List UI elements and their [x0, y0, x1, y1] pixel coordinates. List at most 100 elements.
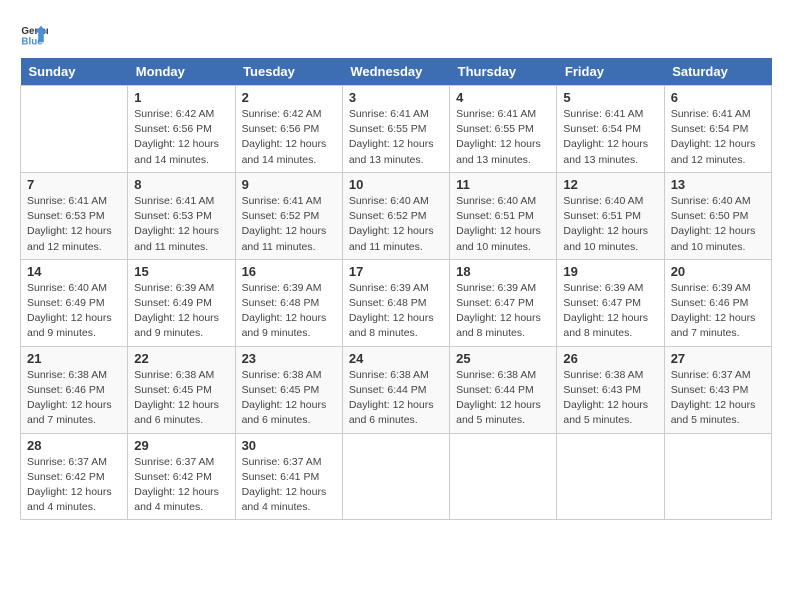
- calendar-cell: 11 Sunrise: 6:40 AMSunset: 6:51 PMDayligh…: [450, 172, 557, 259]
- day-number: 26: [563, 351, 657, 366]
- calendar-cell: 26 Sunrise: 6:38 AMSunset: 6:43 PMDayligh…: [557, 346, 664, 433]
- calendar-cell: 5 Sunrise: 6:41 AMSunset: 6:54 PMDaylight…: [557, 86, 664, 173]
- day-number: 15: [134, 264, 228, 279]
- weekday-header-sunday: Sunday: [21, 58, 128, 86]
- day-number: 3: [349, 90, 443, 105]
- calendar-cell: 6 Sunrise: 6:41 AMSunset: 6:54 PMDaylight…: [664, 86, 771, 173]
- day-number: 12: [563, 177, 657, 192]
- calendar-cell: 20 Sunrise: 6:39 AMSunset: 6:46 PMDayligh…: [664, 259, 771, 346]
- calendar-cell: 25Sunrise: 6:38 AMSunset: 6:44 PMDayligh…: [450, 346, 557, 433]
- calendar-cell: 30 Sunrise: 6:37 AMSunset: 6:41 PMDayligh…: [235, 433, 342, 520]
- calendar-cell: 16 Sunrise: 6:39 AMSunset: 6:48 PMDayligh…: [235, 259, 342, 346]
- day-info: Sunrise: 6:41 AMSunset: 6:54 PMDaylight:…: [563, 107, 657, 168]
- calendar-cell: 3 Sunrise: 6:41 AMSunset: 6:55 PMDaylight…: [342, 86, 449, 173]
- calendar-cell: 29 Sunrise: 6:37 AMSunset: 6:42 PMDayligh…: [128, 433, 235, 520]
- calendar-cell: 1Sunrise: 6:42 AMSunset: 6:56 PMDaylight…: [128, 86, 235, 173]
- day-info: Sunrise: 6:37 AMSunset: 6:41 PMDaylight:…: [242, 455, 336, 516]
- day-info: Sunrise: 6:39 AMSunset: 6:48 PMDaylight:…: [349, 281, 443, 342]
- day-info: Sunrise: 6:38 AMSunset: 6:43 PMDaylight:…: [563, 368, 657, 429]
- day-info: Sunrise: 6:37 AMSunset: 6:43 PMDaylight:…: [671, 368, 765, 429]
- day-info: Sunrise: 6:37 AMSunset: 6:42 PMDaylight:…: [27, 455, 121, 516]
- calendar-cell: 4 Sunrise: 6:41 AMSunset: 6:55 PMDaylight…: [450, 86, 557, 173]
- calendar-cell: 10 Sunrise: 6:40 AMSunset: 6:52 PMDayligh…: [342, 172, 449, 259]
- day-number: 28: [27, 438, 121, 453]
- day-info: Sunrise: 6:39 AMSunset: 6:48 PMDaylight:…: [242, 281, 336, 342]
- day-info: Sunrise: 6:40 AMSunset: 6:51 PMDaylight:…: [456, 194, 550, 255]
- weekday-header-tuesday: Tuesday: [235, 58, 342, 86]
- calendar-cell: 9 Sunrise: 6:41 AMSunset: 6:52 PMDaylight…: [235, 172, 342, 259]
- day-number: 2: [242, 90, 336, 105]
- logo: General Blue: [20, 20, 52, 48]
- day-info: Sunrise: 6:41 AMSunset: 6:55 PMDaylight:…: [349, 107, 443, 168]
- day-number: 14: [27, 264, 121, 279]
- day-number: 4: [456, 90, 550, 105]
- calendar-cell: 27 Sunrise: 6:37 AMSunset: 6:43 PMDayligh…: [664, 346, 771, 433]
- calendar-cell: 21 Sunrise: 6:38 AMSunset: 6:46 PMDayligh…: [21, 346, 128, 433]
- day-number: 6: [671, 90, 765, 105]
- day-number: 10: [349, 177, 443, 192]
- logo-icon: General Blue: [20, 20, 48, 48]
- day-info: Sunrise: 6:42 AMSunset: 6:56 PMDaylight:…: [242, 107, 336, 168]
- calendar-week-row: 7Sunrise: 6:41 AMSunset: 6:53 PMDaylight…: [21, 172, 772, 259]
- weekday-header-friday: Friday: [557, 58, 664, 86]
- day-info: Sunrise: 6:37 AMSunset: 6:42 PMDaylight:…: [134, 455, 228, 516]
- day-info: Sunrise: 6:41 AMSunset: 6:55 PMDaylight:…: [456, 107, 550, 168]
- calendar-cell: 18 Sunrise: 6:39 AMSunset: 6:47 PMDayligh…: [450, 259, 557, 346]
- calendar-cell: 13 Sunrise: 6:40 AMSunset: 6:50 PMDayligh…: [664, 172, 771, 259]
- weekday-header-saturday: Saturday: [664, 58, 771, 86]
- calendar-cell: 14 Sunrise: 6:40 AMSunset: 6:49 PMDayligh…: [21, 259, 128, 346]
- day-info: Sunrise: 6:39 AMSunset: 6:49 PMDaylight:…: [134, 281, 228, 342]
- weekday-header-thursday: Thursday: [450, 58, 557, 86]
- day-info: Sunrise: 6:38 AMSunset: 6:44 PMDaylight:…: [456, 368, 550, 429]
- calendar-header: SundayMondayTuesdayWednesdayThursdayFrid…: [21, 58, 772, 86]
- calendar-cell: 17 Sunrise: 6:39 AMSunset: 6:48 PMDayligh…: [342, 259, 449, 346]
- day-number: 18: [456, 264, 550, 279]
- day-number: 20: [671, 264, 765, 279]
- calendar-cell: 8Sunrise: 6:41 AMSunset: 6:53 PMDaylight…: [128, 172, 235, 259]
- calendar-cell: 22 Sunrise: 6:38 AMSunset: 6:45 PMDayligh…: [128, 346, 235, 433]
- calendar-week-row: 1Sunrise: 6:42 AMSunset: 6:56 PMDaylight…: [21, 86, 772, 173]
- day-info: Sunrise: 6:41 AMSunset: 6:53 PMDaylight:…: [134, 194, 228, 255]
- calendar-week-row: 28 Sunrise: 6:37 AMSunset: 6:42 PMDayligh…: [21, 433, 772, 520]
- day-number: 17: [349, 264, 443, 279]
- day-info: Sunrise: 6:39 AMSunset: 6:47 PMDaylight:…: [456, 281, 550, 342]
- day-info: Sunrise: 6:41 AMSunset: 6:52 PMDaylight:…: [242, 194, 336, 255]
- day-info: Sunrise: 6:39 AMSunset: 6:47 PMDaylight:…: [563, 281, 657, 342]
- day-number: 13: [671, 177, 765, 192]
- day-number: 30: [242, 438, 336, 453]
- day-number: 11: [456, 177, 550, 192]
- calendar-body: 1Sunrise: 6:42 AMSunset: 6:56 PMDaylight…: [21, 86, 772, 520]
- day-info: Sunrise: 6:40 AMSunset: 6:49 PMDaylight:…: [27, 281, 121, 342]
- day-info: Sunrise: 6:41 AMSunset: 6:53 PMDaylight:…: [27, 194, 121, 255]
- day-number: 16: [242, 264, 336, 279]
- calendar-cell: 7Sunrise: 6:41 AMSunset: 6:53 PMDaylight…: [21, 172, 128, 259]
- day-info: Sunrise: 6:38 AMSunset: 6:45 PMDaylight:…: [134, 368, 228, 429]
- day-info: Sunrise: 6:38 AMSunset: 6:44 PMDaylight:…: [349, 368, 443, 429]
- day-number: 21: [27, 351, 121, 366]
- day-info: Sunrise: 6:38 AMSunset: 6:46 PMDaylight:…: [27, 368, 121, 429]
- day-info: Sunrise: 6:40 AMSunset: 6:52 PMDaylight:…: [349, 194, 443, 255]
- day-number: 22: [134, 351, 228, 366]
- calendar-cell: 19Sunrise: 6:39 AMSunset: 6:47 PMDayligh…: [557, 259, 664, 346]
- day-number: 9: [242, 177, 336, 192]
- calendar-cell: 12 Sunrise: 6:40 AMSunset: 6:51 PMDayligh…: [557, 172, 664, 259]
- day-info: Sunrise: 6:38 AMSunset: 6:45 PMDaylight:…: [242, 368, 336, 429]
- day-info: Sunrise: 6:39 AMSunset: 6:46 PMDaylight:…: [671, 281, 765, 342]
- day-number: 24: [349, 351, 443, 366]
- day-info: Sunrise: 6:40 AMSunset: 6:51 PMDaylight:…: [563, 194, 657, 255]
- calendar-cell: 28 Sunrise: 6:37 AMSunset: 6:42 PMDayligh…: [21, 433, 128, 520]
- calendar-cell: [450, 433, 557, 520]
- calendar-cell: [342, 433, 449, 520]
- calendar-week-row: 14 Sunrise: 6:40 AMSunset: 6:49 PMDayligh…: [21, 259, 772, 346]
- day-info: Sunrise: 6:41 AMSunset: 6:54 PMDaylight:…: [671, 107, 765, 168]
- calendar-cell: 23Sunrise: 6:38 AMSunset: 6:45 PMDayligh…: [235, 346, 342, 433]
- weekday-header-wednesday: Wednesday: [342, 58, 449, 86]
- header: General Blue: [20, 20, 772, 48]
- day-number: 29: [134, 438, 228, 453]
- weekday-header-monday: Monday: [128, 58, 235, 86]
- calendar-table: SundayMondayTuesdayWednesdayThursdayFrid…: [20, 58, 772, 520]
- calendar-cell: [557, 433, 664, 520]
- day-info: Sunrise: 6:40 AMSunset: 6:50 PMDaylight:…: [671, 194, 765, 255]
- day-number: 5: [563, 90, 657, 105]
- day-number: 27: [671, 351, 765, 366]
